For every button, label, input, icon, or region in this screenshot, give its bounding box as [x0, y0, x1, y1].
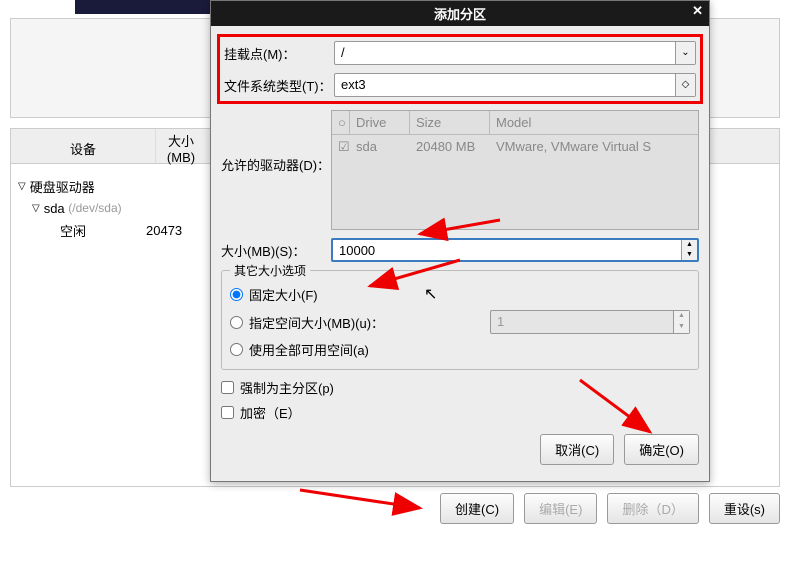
expand-icon[interactable]: ▽ [18, 181, 26, 192]
size-options-group: 其它大小选项 固定大小(F) 指定空间大小(MB)(u)： 1 ▲▼ 使用全部可… [221, 270, 699, 370]
tree-sda-path: (/dev/sda) [68, 201, 121, 215]
expand-icon[interactable]: ▽ [32, 203, 40, 214]
fill-up-to-label: 指定空间大小(MB)(u)： [249, 313, 384, 332]
fixed-size-radio[interactable] [230, 288, 243, 301]
mount-point-combo[interactable]: / ⌄ [334, 41, 696, 65]
device-tree: ▽ 硬盘驱动器 ▽ sda (/dev/sda) 空闲 20473 [18, 175, 182, 241]
col-device: 设备 [11, 129, 156, 163]
fill-max-label: 使用全部可用空间(a) [249, 340, 369, 359]
spin-up-icon: ▲ [674, 311, 689, 322]
mount-point-label: 挂载点(M)： [224, 44, 334, 63]
allowed-drives-label: 允许的驱动器(D)： [221, 155, 330, 174]
dialog-titlebar[interactable]: 添加分区 ✕ [211, 1, 709, 26]
close-icon[interactable]: ✕ [692, 3, 703, 19]
fs-type-label: 文件系统类型(T)： [224, 76, 334, 95]
mount-point-value[interactable]: / [335, 42, 675, 64]
size-spin[interactable]: 10000 ▲▼ [331, 238, 699, 262]
tree-sda-label[interactable]: sda [44, 201, 65, 216]
highlight-box: 挂载点(M)： / ⌄ 文件系统类型(T)： ext3 ◇ [217, 34, 703, 104]
reset-button[interactable]: 重设(s) [709, 493, 780, 524]
col-size: Size [410, 111, 490, 134]
ok-button[interactable]: 确定(O) [624, 434, 699, 465]
drive-model: VMware, VMware Virtual S [490, 135, 698, 159]
edit-button: 编辑(E) [524, 493, 597, 524]
drive-row: ☑ sda 20480 MB VMware, VMware Virtual S [332, 135, 698, 159]
spin-down-icon[interactable]: ▼ [682, 250, 697, 260]
dialog-title-text: 添加分区 [434, 7, 486, 22]
tree-hdd-label: 硬盘驱动器 [30, 177, 95, 196]
create-button[interactable]: 创建(C) [440, 493, 514, 524]
updown-icon[interactable]: ◇ [675, 74, 695, 96]
tree-free-label[interactable]: 空闲 [60, 221, 86, 240]
cancel-button[interactable]: 取消(C) [540, 434, 614, 465]
fixed-size-label: 固定大小(F) [249, 285, 318, 304]
fs-type-value[interactable]: ext3 [335, 74, 675, 96]
encrypt-check[interactable] [221, 406, 234, 419]
allowed-drives-list: ○ Drive Size Model ☑ sda 20480 MB VMware… [331, 110, 699, 230]
fs-type-combo[interactable]: ext3 ◇ [334, 73, 696, 97]
delete-button: 删除（D） [607, 493, 698, 524]
cursor-icon: ↖ [424, 284, 437, 304]
spin-down-icon: ▼ [674, 322, 689, 333]
col-check: ○ [332, 111, 350, 134]
add-partition-dialog: 添加分区 ✕ 挂载点(M)： / ⌄ 文件系统类型(T)： ext3 ◇ [210, 0, 710, 482]
fill-up-to-value: 1 [491, 311, 673, 333]
size-value[interactable]: 10000 [333, 240, 681, 260]
size-options-legend: 其它大小选项 [230, 262, 310, 279]
fill-up-to-spin: 1 ▲▼ [490, 310, 690, 334]
fill-up-to-radio[interactable] [230, 316, 243, 329]
col-drive: Drive [350, 111, 410, 134]
chevron-down-icon[interactable]: ⌄ [675, 42, 695, 64]
tree-free-size: 20473 [146, 223, 182, 238]
force-primary-check[interactable] [221, 381, 234, 394]
drive-name: sda [350, 135, 410, 159]
drive-check: ☑ [332, 135, 350, 159]
col-size: 大小 (MB) [156, 129, 206, 163]
fill-max-radio[interactable] [230, 343, 243, 356]
encrypt-label: 加密（E） [240, 403, 301, 422]
spin-up-icon[interactable]: ▲ [682, 240, 697, 250]
drive-size: 20480 MB [410, 135, 490, 159]
force-primary-label: 强制为主分区(p) [240, 378, 334, 397]
size-label: 大小(MB)(S)： [221, 241, 331, 260]
col-model: Model [490, 111, 698, 134]
